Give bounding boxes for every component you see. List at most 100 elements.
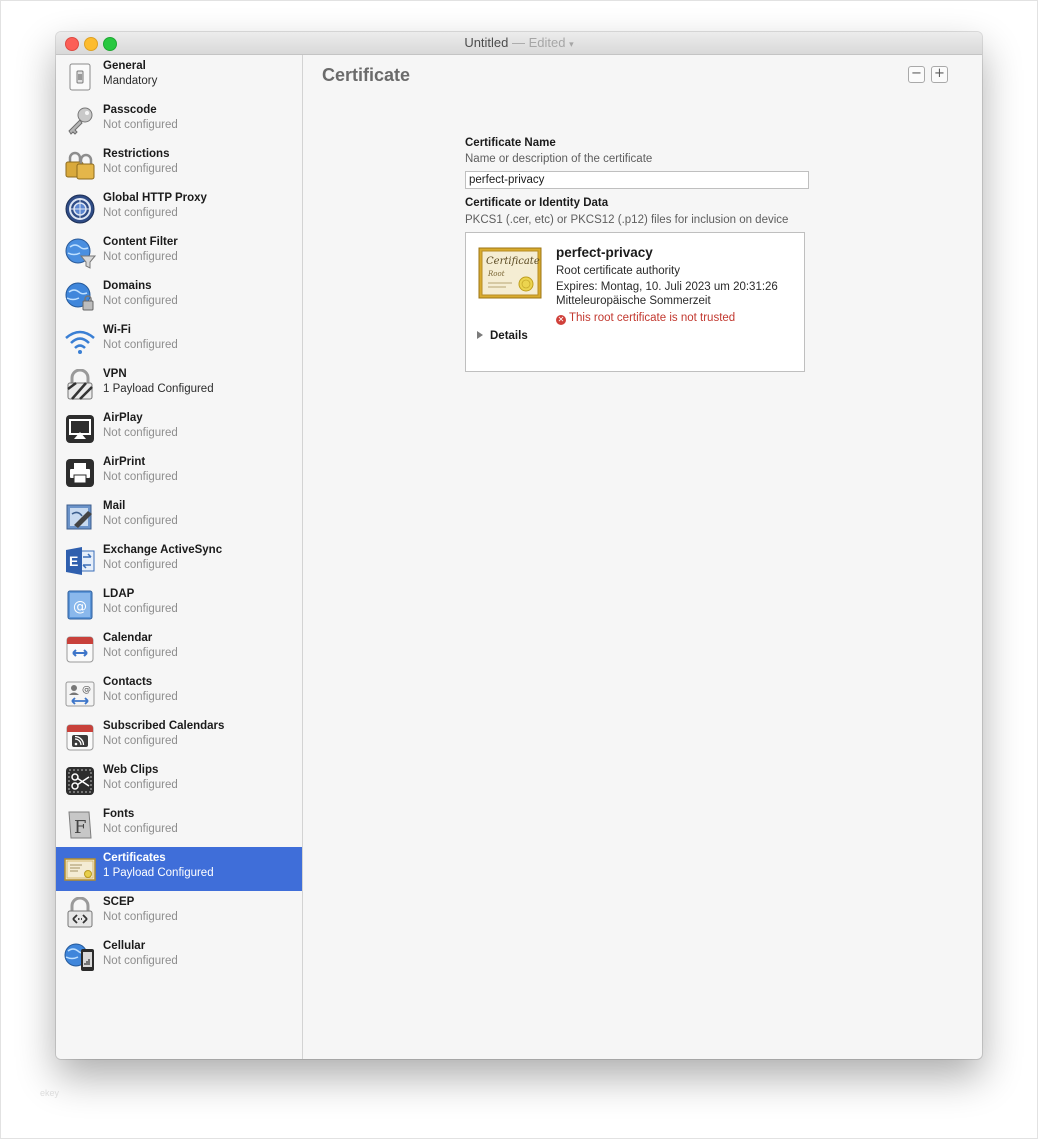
certificate-image-icon: Certificate Root (478, 247, 542, 299)
certificate-icon (64, 853, 96, 885)
certificate-data-label: Certificate or Identity Data (465, 197, 609, 209)
key-icon (64, 105, 96, 137)
airplay-icon (64, 413, 96, 445)
sidebar-item-status: Mandatory (103, 75, 158, 87)
sidebar-item-mail[interactable]: Mail Not configured (56, 495, 302, 539)
sidebar-item-fonts[interactable]: F Fonts Not configured (56, 803, 302, 847)
svg-text:E: E (69, 553, 78, 569)
scep-lock-icon (64, 897, 96, 929)
sidebar-item-label: Domains (103, 280, 152, 292)
sidebar-item-label: Contacts (103, 676, 153, 688)
sidebar-item-label: AirPrint (103, 456, 146, 468)
error-icon: ✕ (556, 315, 566, 325)
contacts-icon: @ (64, 677, 96, 709)
sidebar-item-label: Cellular (103, 940, 146, 952)
vpn-lock-icon (64, 369, 96, 401)
payload-detail-pane: Certificate − + Certificate Name Name or… (303, 55, 982, 1059)
certificate-data-help: PKCS1 (.cer, etc) or PKCS12 (.p12) files… (465, 214, 789, 226)
title-bar[interactable]: Untitled — Edited ▾ (56, 32, 982, 55)
certificate-common-name: perfect-privacy (556, 245, 653, 260)
svg-text:@: @ (82, 685, 91, 695)
certificate-warning-text: This root certificate is not trusted (569, 312, 736, 324)
details-label: Details (490, 330, 528, 342)
chevron-down-icon[interactable]: ▾ (569, 39, 574, 49)
sidebar-item-label: Exchange ActiveSync (103, 544, 223, 556)
details-disclosure[interactable]: Details (477, 330, 528, 342)
sidebar-item-passcode[interactable]: Passcode Not configured (56, 99, 302, 143)
sidebar-item-status: Not configured (103, 955, 178, 967)
sidebar-item-airprint[interactable]: AirPrint Not configured (56, 451, 302, 495)
sidebar-item-label: Subscribed Calendars (103, 720, 225, 732)
sidebar-item-status: Not configured (103, 735, 178, 747)
zoom-window-button[interactable] (103, 37, 117, 51)
certificate-name-input[interactable]: perfect-privacy (465, 171, 809, 189)
sidebar-item-wifi[interactable]: Wi-Fi Not configured (56, 319, 302, 363)
sidebar-item-label: Restrictions (103, 148, 170, 160)
certificate-type: Root certificate authority (556, 265, 681, 277)
sidebar-item-label: Mail (103, 500, 126, 512)
sidebar-item-contacts[interactable]: @ Contacts Not configured (56, 671, 302, 715)
sidebar-item-label: General (103, 60, 146, 72)
certificate-image-script: Certificate (486, 256, 540, 267)
sidebar-item-status: Not configured (103, 427, 178, 439)
general-icon (64, 61, 96, 93)
sidebar-item-vpn[interactable]: VPN 1 Payload Configured (56, 363, 302, 407)
sidebar-item-status: Not configured (103, 559, 178, 571)
certificate-name-label: Certificate Name (465, 137, 556, 149)
svg-text:@: @ (73, 599, 87, 615)
sidebar-item-label: Content Filter (103, 236, 178, 248)
sidebar-item-subscribed-calendars[interactable]: Subscribed Calendars Not configured (56, 715, 302, 759)
disclosure-triangle-icon[interactable] (477, 331, 483, 339)
certificate-drop-box[interactable]: Certificate Root perfect-privacy Root ce… (465, 232, 805, 372)
calendar-icon (64, 633, 96, 665)
sidebar-item-scep[interactable]: SCEP Not configured (56, 891, 302, 935)
sidebar-item-status: Not configured (103, 339, 178, 351)
subscribed-calendar-icon (64, 721, 96, 753)
sidebar-item-label: AirPlay (103, 412, 143, 424)
sidebar-item-label: VPN (103, 368, 127, 380)
sidebar-item-label: Wi-Fi (103, 324, 131, 336)
svg-text:F: F (74, 817, 87, 838)
sidebar-item-content-filter[interactable]: Content Filter Not configured (56, 231, 302, 275)
sidebar-item-airplay[interactable]: AirPlay Not configured (56, 407, 302, 451)
sidebar-item-label: Web Clips (103, 764, 159, 776)
scissors-icon (64, 765, 96, 797)
font-icon: F (64, 809, 96, 841)
sidebar-item-cellular[interactable]: Cellular Not configured (56, 935, 302, 979)
sidebar-item-certificates[interactable]: Certificates 1 Payload Configured (56, 847, 302, 891)
sidebar-item-status: 1 Payload Configured (103, 383, 214, 395)
exchange-icon: E (64, 545, 96, 577)
sidebar-item-label: Certificates (103, 852, 166, 864)
certificate-expiry: Expires: Montag, 10. Juli 2023 um 20:31:… (556, 281, 778, 293)
certificate-name-help: Name or description of the certificate (465, 153, 653, 165)
certificate-trust-warning: ✕ This root certificate is not trusted (556, 312, 735, 325)
sidebar-item-calendar[interactable]: Calendar Not configured (56, 627, 302, 671)
domains-globe-icon (64, 281, 96, 313)
sidebar-item-label: Fonts (103, 808, 135, 820)
payload-sidebar: General Mandatory Passcode Not configure… (56, 55, 303, 1059)
certificate-timezone: Mitteleuropäische Sommerzeit (556, 295, 711, 307)
sidebar-item-web-clips[interactable]: Web Clips Not configured (56, 759, 302, 803)
sidebar-item-label: LDAP (103, 588, 135, 600)
sidebar-item-status: Not configured (103, 119, 178, 131)
sidebar-item-general[interactable]: General Mandatory (56, 55, 302, 99)
sidebar-item-status: Not configured (103, 603, 178, 615)
ldap-at-icon: @ (64, 589, 96, 621)
sidebar-item-exchange-activesync[interactable]: E Exchange ActiveSync Not configured (56, 539, 302, 583)
sidebar-item-label: Passcode (103, 104, 157, 116)
sidebar-item-global-http-proxy[interactable]: Global HTTP Proxy Not configured (56, 187, 302, 231)
sidebar-item-restrictions[interactable]: Restrictions Not configured (56, 143, 302, 187)
minimize-window-button[interactable] (84, 37, 98, 51)
sidebar-item-domains[interactable]: Domains Not configured (56, 275, 302, 319)
sidebar-item-status: Not configured (103, 779, 178, 791)
sidebar-item-ldap[interactable]: @ LDAP Not configured (56, 583, 302, 627)
remove-payload-button[interactable]: − (908, 66, 925, 83)
window-title: Untitled (464, 35, 509, 50)
close-window-button[interactable] (65, 37, 79, 51)
add-payload-button[interactable]: + (931, 66, 948, 83)
sidebar-item-label: Global HTTP Proxy (103, 192, 207, 204)
sidebar-item-status: Not configured (103, 515, 178, 527)
wifi-icon (64, 325, 96, 357)
watermark: ekey (40, 1088, 60, 1098)
edited-indicator[interactable]: Edited (529, 35, 566, 50)
